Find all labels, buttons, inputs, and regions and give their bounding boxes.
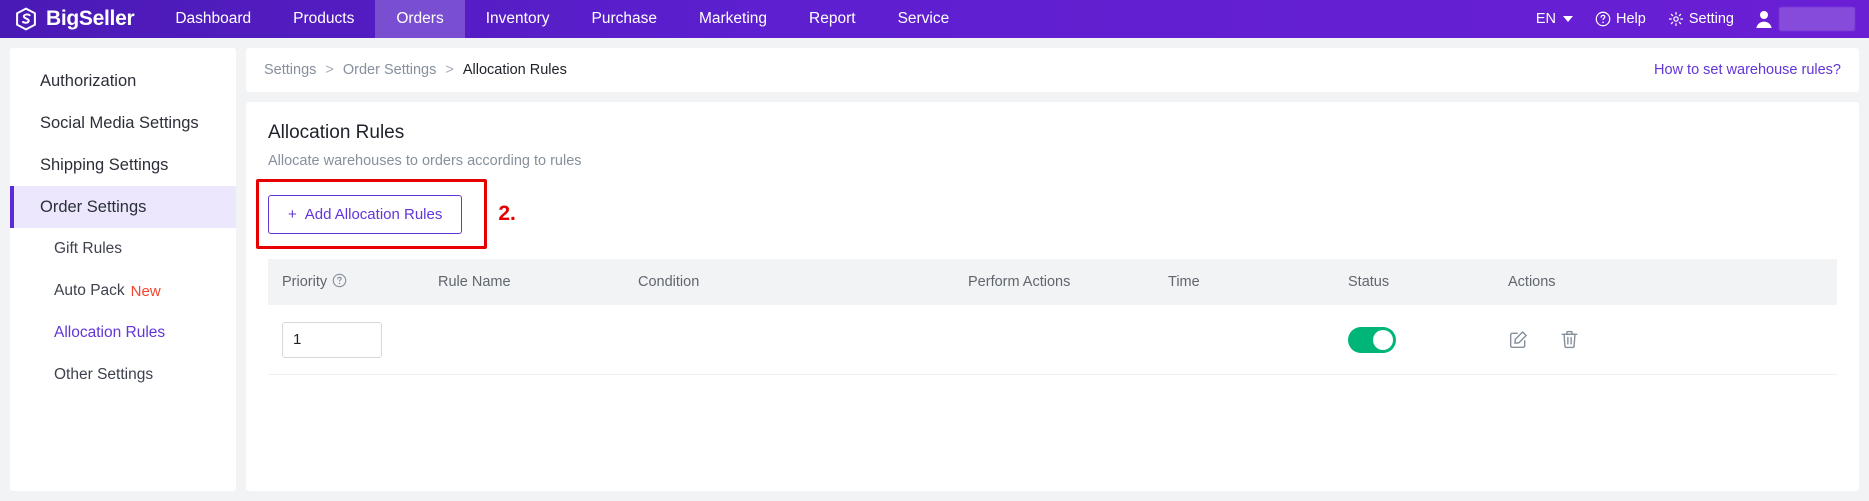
edit-pencil-icon[interactable] bbox=[1508, 329, 1529, 350]
nav-item-products[interactable]: Products bbox=[272, 0, 375, 38]
user-account-menu[interactable] bbox=[1745, 7, 1855, 31]
sidebar-subitem-label: Gift Rules bbox=[54, 240, 123, 257]
main-nav-items: Dashboard Products Orders Inventory Purc… bbox=[154, 0, 970, 38]
nav-item-marketing[interactable]: Marketing bbox=[678, 0, 788, 38]
brand-logo-area[interactable]: BigSeller bbox=[0, 0, 154, 38]
user-avatar-icon bbox=[1753, 8, 1775, 30]
breadcrumb-separator: > bbox=[325, 62, 334, 78]
column-header-priority-label: Priority bbox=[282, 274, 328, 290]
table-header-row: Priority Rule Name Condition Perform Act… bbox=[268, 259, 1837, 305]
allocation-rules-card: Allocation Rules Allocate warehouses to … bbox=[246, 102, 1859, 491]
add-allocation-rules-label: Add Allocation Rules bbox=[304, 205, 443, 223]
setting-button[interactable]: Setting bbox=[1657, 11, 1745, 27]
sidebar-subitem-auto-pack[interactable]: Auto Pack New bbox=[10, 270, 236, 312]
column-header-condition: Condition bbox=[638, 274, 700, 290]
column-header-priority: Priority bbox=[268, 273, 428, 292]
cell-priority bbox=[268, 321, 428, 358]
page-body: Authorization Social Media Settings Ship… bbox=[0, 38, 1869, 501]
settings-sidebar: Authorization Social Media Settings Ship… bbox=[10, 48, 236, 491]
breadcrumb-item-allocation-rules: Allocation Rules bbox=[462, 62, 567, 78]
language-label: EN bbox=[1535, 11, 1557, 27]
column-header-time: Time bbox=[1168, 274, 1200, 290]
page-title: Allocation Rules bbox=[268, 122, 405, 143]
sidebar-item-shipping-settings[interactable]: Shipping Settings bbox=[10, 144, 236, 186]
sidebar-subitem-other-settings[interactable]: Other Settings bbox=[10, 354, 236, 396]
row-action-icons bbox=[1508, 329, 1638, 350]
sidebar-item-label: Authorization bbox=[40, 71, 137, 90]
cell-actions bbox=[1498, 329, 1648, 350]
nav-item-purchase[interactable]: Purchase bbox=[570, 0, 677, 38]
question-circle-icon[interactable] bbox=[332, 273, 347, 292]
setting-label: Setting bbox=[1688, 11, 1734, 27]
new-badge: New bbox=[130, 282, 161, 300]
sidebar-item-label: Shipping Settings bbox=[40, 155, 169, 174]
question-circle-icon bbox=[1595, 11, 1611, 27]
sidebar-subitem-label: Auto Pack bbox=[54, 282, 125, 299]
action-row: + Add Allocation Rules 2. bbox=[256, 179, 1837, 249]
priority-input[interactable] bbox=[282, 321, 382, 358]
language-selector[interactable]: EN bbox=[1525, 11, 1584, 27]
trash-icon[interactable] bbox=[1559, 329, 1580, 350]
sidebar-subitem-gift-rules[interactable]: Gift Rules bbox=[10, 228, 236, 270]
sidebar-subitem-allocation-rules[interactable]: Allocation Rules bbox=[10, 312, 236, 354]
breadcrumb-item-order-settings[interactable]: Order Settings bbox=[343, 62, 437, 78]
breadcrumb-item-settings[interactable]: Settings bbox=[264, 62, 316, 78]
chevron-down-icon bbox=[1563, 16, 1574, 22]
annotation-step-number: 2. bbox=[498, 202, 516, 225]
gear-icon bbox=[1668, 11, 1684, 27]
main-content: Settings > Order Settings > Allocation R… bbox=[246, 48, 1859, 491]
top-navigation-bar: BigSeller Dashboard Products Orders Inve… bbox=[0, 0, 1869, 38]
column-header-perform-actions: Perform Actions bbox=[968, 274, 1071, 290]
sidebar-item-authorization[interactable]: Authorization bbox=[10, 60, 236, 102]
bigseller-logo-icon bbox=[14, 7, 38, 31]
status-toggle[interactable] bbox=[1348, 326, 1396, 353]
cell-status bbox=[1338, 326, 1498, 353]
breadcrumb-separator: > bbox=[445, 62, 454, 78]
toggle-knob bbox=[1373, 329, 1393, 350]
page-subtitle: Allocate warehouses to orders according … bbox=[268, 153, 582, 169]
sidebar-item-social-media-settings[interactable]: Social Media Settings bbox=[10, 102, 236, 144]
sidebar-subitem-label: Other Settings bbox=[54, 366, 154, 383]
username-redacted bbox=[1779, 7, 1855, 31]
nav-item-orders[interactable]: Orders bbox=[375, 0, 465, 38]
allocation-rules-table: Priority Rule Name Condition Perform Act… bbox=[268, 259, 1837, 375]
sidebar-subitem-label: Allocation Rules bbox=[54, 324, 166, 341]
table-row bbox=[268, 305, 1837, 375]
brand-name: BigSeller bbox=[46, 7, 135, 30]
plus-icon: + bbox=[288, 205, 297, 223]
column-header-status: Status bbox=[1348, 274, 1390, 290]
breadcrumb: Settings > Order Settings > Allocation R… bbox=[264, 62, 567, 78]
sidebar-item-label: Order Settings bbox=[40, 197, 147, 216]
nav-item-dashboard[interactable]: Dashboard bbox=[154, 0, 272, 38]
top-nav-right-cluster: EN Help Setting bbox=[1525, 0, 1869, 38]
help-button[interactable]: Help bbox=[1584, 11, 1657, 27]
sidebar-item-label: Social Media Settings bbox=[40, 113, 199, 132]
help-label: Help bbox=[1616, 11, 1646, 27]
nav-item-report[interactable]: Report bbox=[788, 0, 877, 38]
breadcrumb-bar: Settings > Order Settings > Allocation R… bbox=[246, 48, 1859, 92]
warehouse-rules-help-link[interactable]: How to set warehouse rules? bbox=[1654, 62, 1841, 78]
add-allocation-rules-button[interactable]: + Add Allocation Rules bbox=[268, 194, 463, 234]
sidebar-item-order-settings[interactable]: Order Settings bbox=[10, 186, 236, 228]
column-header-rule-name: Rule Name bbox=[438, 274, 511, 290]
column-header-actions: Actions bbox=[1508, 274, 1556, 290]
nav-item-service[interactable]: Service bbox=[877, 0, 971, 38]
nav-item-inventory[interactable]: Inventory bbox=[465, 0, 571, 38]
